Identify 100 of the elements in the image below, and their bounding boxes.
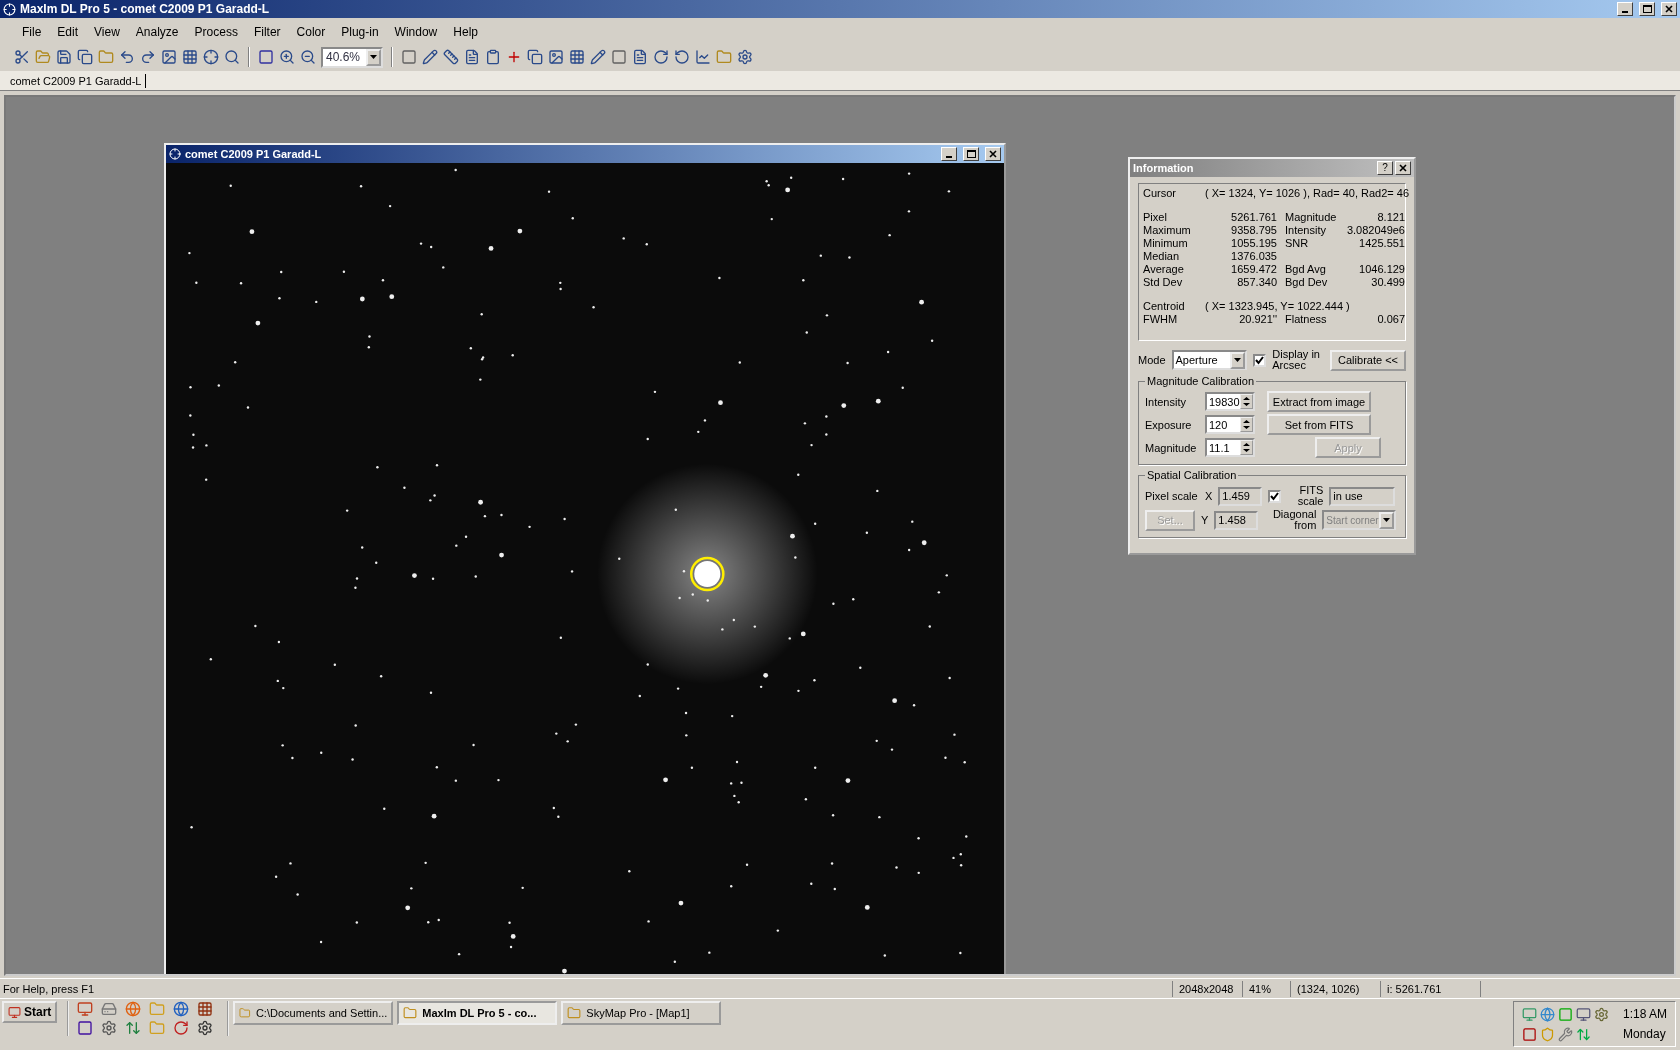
calibrate-button[interactable]: Calibrate <<: [1330, 349, 1406, 371]
crosshair-icon[interactable]: [203, 49, 219, 65]
rotate-icon[interactable]: [674, 49, 690, 65]
cut-icon[interactable]: [14, 49, 30, 65]
tray-icon[interactable]: [1593, 1006, 1609, 1022]
number-field[interactable]: 1.458: [1214, 510, 1259, 530]
field-label: Y: [1201, 514, 1209, 526]
number-field[interactable]: 19830: [1205, 392, 1255, 411]
copy-icon[interactable]: [527, 49, 543, 65]
checkbox-label: FITS scale: [1296, 485, 1324, 507]
square-icon[interactable]: [401, 49, 417, 65]
close-button[interactable]: [1661, 2, 1677, 16]
minimize-button[interactable]: [941, 147, 957, 161]
gear-icon[interactable]: [197, 1020, 214, 1036]
close-button[interactable]: [1395, 161, 1411, 175]
field-label: Intensity: [1145, 395, 1187, 408]
number-field[interactable]: 11.1: [1205, 438, 1255, 457]
zoom-out-icon[interactable]: [300, 49, 316, 65]
status-field: in use: [1329, 486, 1396, 506]
readout-value: 3.082049e6: [1345, 224, 1405, 237]
redo-icon[interactable]: [140, 49, 156, 65]
clipboard-icon[interactable]: [485, 49, 501, 65]
menu-item[interactable]: Color: [288, 23, 334, 41]
globe-icon[interactable]: [173, 1001, 190, 1017]
rotate-icon[interactable]: [173, 1020, 190, 1036]
copy-icon[interactable]: [77, 49, 93, 65]
image-icon[interactable]: [548, 49, 564, 65]
ruler-icon[interactable]: [443, 49, 459, 65]
document-icon[interactable]: [464, 49, 480, 65]
zoom-combo[interactable]: 40.6%: [321, 46, 383, 68]
line-chart-icon[interactable]: [695, 49, 711, 65]
save-icon[interactable]: [56, 49, 72, 65]
checkbox[interactable]: [1268, 489, 1282, 503]
tray-icon[interactable]: [1575, 1006, 1591, 1022]
menu-item[interactable]: File: [14, 23, 50, 41]
grid-icon[interactable]: [182, 49, 198, 65]
readout-value: 9358.795: [1230, 224, 1277, 237]
menu-item[interactable]: Window: [386, 23, 446, 41]
status-field: 41%: [1242, 980, 1290, 997]
close-icon: [1399, 164, 1407, 172]
checkbox[interactable]: [1253, 353, 1267, 367]
mode-dropdown[interactable]: Aperture: [1171, 350, 1248, 370]
pencil-icon[interactable]: [590, 49, 606, 65]
document-icon[interactable]: [632, 49, 648, 65]
menu-item[interactable]: Filter: [245, 23, 289, 41]
grid-icon[interactable]: [569, 49, 585, 65]
zoom-in-icon[interactable]: [279, 49, 295, 65]
group-title: Magnitude Calibration: [1146, 375, 1255, 387]
number-field[interactable]: 1.459: [1218, 486, 1263, 506]
arrows-icon[interactable]: [125, 1020, 142, 1036]
gear-icon[interactable]: [101, 1020, 118, 1036]
readout-value: ( X= 1324, Y= 1026 ), Rad= 40, Rad2= 46: [1205, 187, 1410, 200]
spinner-arrows-icon[interactable]: [1241, 418, 1252, 431]
taskbar-button[interactable]: MaxIm DL Pro 5 - co...: [397, 1001, 558, 1025]
undo-icon[interactable]: [119, 49, 135, 65]
menu-item[interactable]: Plug-in: [333, 23, 387, 41]
readout-label: Maximum: [1143, 224, 1192, 237]
drive-icon[interactable]: [101, 1001, 118, 1017]
clock-day: Monday: [1622, 1027, 1667, 1041]
readout-value: 1376.035: [1230, 250, 1277, 263]
close-icon: [989, 150, 997, 158]
square-icon[interactable]: [258, 49, 274, 65]
image-icon[interactable]: [161, 49, 177, 65]
spinner-arrows-icon[interactable]: [1241, 441, 1252, 454]
menu-item[interactable]: Help: [445, 23, 486, 41]
menu-item[interactable]: Edit: [49, 23, 87, 41]
image-window-title: comet C2009 P1 Garadd-L: [185, 148, 323, 160]
start-button[interactable]: Start: [2, 1001, 58, 1023]
square-icon[interactable]: [611, 49, 627, 65]
tray-icon[interactable]: [1521, 1026, 1537, 1042]
field-label: Magnitude: [1145, 441, 1198, 454]
pencil-icon[interactable]: [422, 49, 438, 65]
action-button[interactable]: Set from FITS: [1267, 414, 1371, 435]
help-button[interactable]: ?: [1377, 161, 1393, 175]
taskbar-button[interactable]: C:\Documents and Settin...: [233, 1001, 394, 1025]
maximize-icon: [966, 150, 976, 158]
grid-icon[interactable]: [197, 1001, 214, 1017]
spinner-arrows-icon[interactable]: [1241, 395, 1252, 408]
wrench-icon[interactable]: [1557, 1026, 1573, 1042]
close-icon: [1665, 5, 1673, 13]
menu-item[interactable]: View: [86, 23, 128, 41]
settings-icon[interactable]: [737, 49, 753, 65]
close-button[interactable]: [985, 147, 1001, 161]
number-field[interactable]: 120: [1205, 415, 1255, 434]
plus-icon[interactable]: [506, 49, 522, 65]
minimize-button[interactable]: [1617, 2, 1633, 16]
rotate-icon[interactable]: [653, 49, 669, 65]
square-icon[interactable]: [77, 1020, 94, 1036]
caret-icon: [1383, 518, 1391, 522]
dropdown-button[interactable]: [1230, 351, 1246, 369]
menu-item[interactable]: Analyze: [127, 23, 187, 41]
search-icon[interactable]: [224, 49, 240, 65]
taskbar-button[interactable]: SkyMap Pro - [Map1]: [561, 1001, 722, 1025]
maximize-button[interactable]: [963, 147, 979, 161]
monitor-icon[interactable]: [77, 1001, 94, 1017]
menu-item[interactable]: Process: [186, 23, 246, 41]
restore-button[interactable]: [1639, 2, 1655, 16]
action-button[interactable]: Extract from image: [1267, 391, 1371, 412]
readout-label: Average: [1143, 263, 1185, 276]
dropdown-button[interactable]: [366, 48, 381, 66]
